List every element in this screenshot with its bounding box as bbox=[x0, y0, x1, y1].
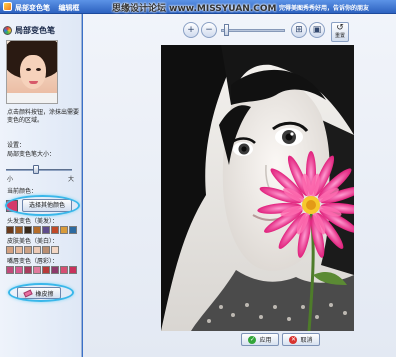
hair-palette bbox=[6, 226, 78, 234]
lip-palette bbox=[6, 266, 78, 274]
zoom-in-icon[interactable]: + bbox=[183, 22, 199, 38]
fit-window-icon[interactable]: ⊞ bbox=[291, 22, 307, 38]
checkmark-icon: ✓ bbox=[248, 335, 257, 344]
color-swatch[interactable] bbox=[15, 246, 23, 254]
color-swatch[interactable] bbox=[42, 266, 50, 274]
window-title-sub: 编辑框 bbox=[58, 4, 80, 12]
settings-label: 设置： bbox=[7, 142, 26, 149]
color-swatch[interactable] bbox=[69, 266, 77, 274]
highlight-ring bbox=[8, 283, 74, 302]
slider-track bbox=[6, 169, 72, 171]
sidebar: 局部变色笔 点击颜料按钮，涂抹出需要变色的区域。 设置： 局部变色笔大小： 小 … bbox=[0, 14, 82, 357]
sidebar-title: 局部变色笔 bbox=[15, 25, 55, 35]
color-swatch[interactable] bbox=[69, 226, 77, 234]
color-swatch[interactable] bbox=[24, 266, 32, 274]
zoom-slider[interactable] bbox=[221, 29, 285, 32]
color-swatch[interactable] bbox=[42, 226, 50, 234]
lip-palette-label: 嘴唇变色（唇彩）： bbox=[7, 258, 59, 265]
color-swatch[interactable] bbox=[33, 246, 41, 254]
color-swatch[interactable] bbox=[51, 266, 59, 274]
reset-icon: ↺ bbox=[336, 23, 344, 33]
app-icon bbox=[3, 2, 12, 11]
brush-size-label: 局部变色笔大小： bbox=[7, 151, 56, 158]
color-swatch[interactable] bbox=[60, 266, 68, 274]
color-swatch[interactable] bbox=[42, 246, 50, 254]
apply-label: 应用 bbox=[259, 337, 272, 344]
title-bar: 局部变色笔 编辑框 思缘设计论坛 www.MISSYUAN.COM 完得美图秀秀… bbox=[0, 0, 396, 14]
window-title-main: 局部变色笔 bbox=[15, 4, 50, 12]
instructions-text: 点击颜料按钮，涂抹出需要变色的区域。 bbox=[7, 109, 80, 124]
apply-button[interactable]: ✓ 应用 bbox=[241, 333, 279, 346]
hair-palette-label: 头发变色（美发）： bbox=[7, 218, 59, 225]
zoom-toolbar: + − ⊞ ▣ ↺ 重置 bbox=[181, 22, 349, 42]
color-ball-icon bbox=[3, 25, 12, 35]
zoom-out-icon[interactable]: − bbox=[201, 22, 217, 38]
color-swatch[interactable] bbox=[24, 246, 32, 254]
color-swatch[interactable] bbox=[6, 246, 14, 254]
highlight-ring bbox=[5, 195, 80, 216]
color-swatch[interactable] bbox=[51, 246, 59, 254]
sample-thumbnail bbox=[6, 40, 58, 104]
color-swatch[interactable] bbox=[15, 226, 23, 234]
close-icon: ✕ bbox=[289, 335, 298, 344]
reset-label: 重置 bbox=[334, 33, 345, 39]
actual-size-icon[interactable]: ▣ bbox=[309, 22, 325, 38]
photo-canvas[interactable] bbox=[161, 45, 354, 331]
cancel-button[interactable]: ✕ 取消 bbox=[282, 333, 320, 346]
reset-button[interactable]: ↺ 重置 bbox=[331, 22, 349, 42]
brush-size-slider[interactable] bbox=[6, 165, 72, 174]
color-swatch[interactable] bbox=[51, 226, 59, 234]
zoom-slider-knob[interactable] bbox=[224, 24, 229, 36]
skin-palette-label: 皮肤美色（美白）： bbox=[7, 238, 59, 245]
skin-palette bbox=[6, 246, 60, 254]
watermark: 思缘设计论坛 www.MISSYUAN.COM bbox=[112, 4, 277, 14]
color-swatch[interactable] bbox=[6, 226, 14, 234]
slider-knob[interactable] bbox=[33, 165, 39, 174]
promo-text[interactable]: 完得美图秀秀好用，告诉你的朋友 bbox=[279, 3, 396, 12]
cancel-label: 取消 bbox=[300, 337, 313, 344]
color-swatch[interactable] bbox=[33, 266, 41, 274]
color-swatch[interactable] bbox=[24, 226, 32, 234]
canvas-area: + − ⊞ ▣ ↺ 重置 ✓ 应用 ✕ 取消 bbox=[83, 14, 396, 357]
color-swatch[interactable] bbox=[6, 266, 14, 274]
photo-image bbox=[161, 45, 354, 331]
sidebar-header: 局部变色笔 bbox=[3, 25, 55, 35]
color-swatch[interactable] bbox=[60, 226, 68, 234]
color-swatch[interactable] bbox=[15, 266, 23, 274]
color-swatch[interactable] bbox=[33, 226, 41, 234]
slider-min-label: 小 bbox=[7, 176, 14, 183]
slider-max-label: 大 bbox=[68, 176, 75, 183]
window-title: 局部变色笔 编辑框 bbox=[15, 3, 85, 13]
